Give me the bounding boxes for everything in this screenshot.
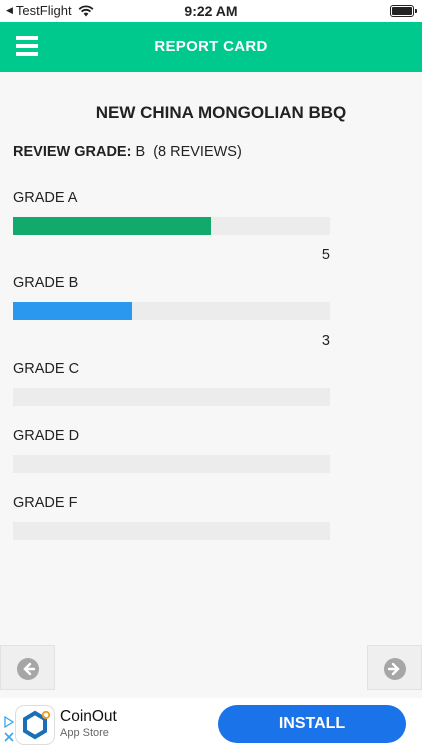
page-title: REPORT CARD <box>154 38 268 55</box>
ad-app-store-label: App Store <box>60 727 109 739</box>
restaurant-name: NEW CHINA MONGOLIAN BBQ <box>95 103 347 122</box>
hamburger-menu-icon[interactable] <box>16 36 38 58</box>
grade-f-label: GRADE F <box>13 495 78 511</box>
ad-choices-icon[interactable] <box>4 716 14 728</box>
grade-c-label: GRADE C <box>13 361 80 377</box>
arrow-right-icon <box>384 658 406 680</box>
next-button[interactable] <box>367 645 422 690</box>
coinout-logo-icon <box>16 706 54 744</box>
grade-b-count: 3 <box>321 333 330 349</box>
grade-c-bar-track <box>13 388 330 406</box>
install-button[interactable]: INSTALL <box>218 705 406 743</box>
battery-icon <box>390 5 417 17</box>
grade-f-bar-track <box>13 522 330 540</box>
grade-a-count: 5 <box>321 247 330 263</box>
grade-d-label: GRADE D <box>13 428 80 444</box>
grade-b-bar-track <box>13 302 330 320</box>
clock: 9:22 AM <box>184 3 238 19</box>
review-grade-label: REVIEW GRADE: <box>13 144 132 160</box>
grade-b-label: GRADE B <box>13 275 79 291</box>
review-count: (8 REVIEWS) <box>153 144 242 160</box>
status-bar: ◀ TestFlight 9:22 AM <box>0 0 422 22</box>
previous-button[interactable] <box>0 645 55 690</box>
review-grade-value: B <box>135 144 146 160</box>
grade-d-bar-track <box>13 455 330 473</box>
ad-app-name: CoinOut <box>60 708 117 725</box>
grade-b-bar-fill <box>13 302 132 320</box>
grade-a-bar-track <box>13 217 330 235</box>
arrow-left-icon <box>17 658 39 680</box>
app-header: REPORT CARD <box>0 22 422 72</box>
ad-close-icon[interactable] <box>4 732 14 742</box>
grade-a-label: GRADE A <box>13 190 78 206</box>
grade-a-bar-fill <box>13 217 212 235</box>
review-grade-summary: REVIEW GRADE: B (8 REVIEWS) <box>13 144 242 160</box>
ad-banner[interactable]: CoinOut App Store INSTALL <box>0 698 422 750</box>
